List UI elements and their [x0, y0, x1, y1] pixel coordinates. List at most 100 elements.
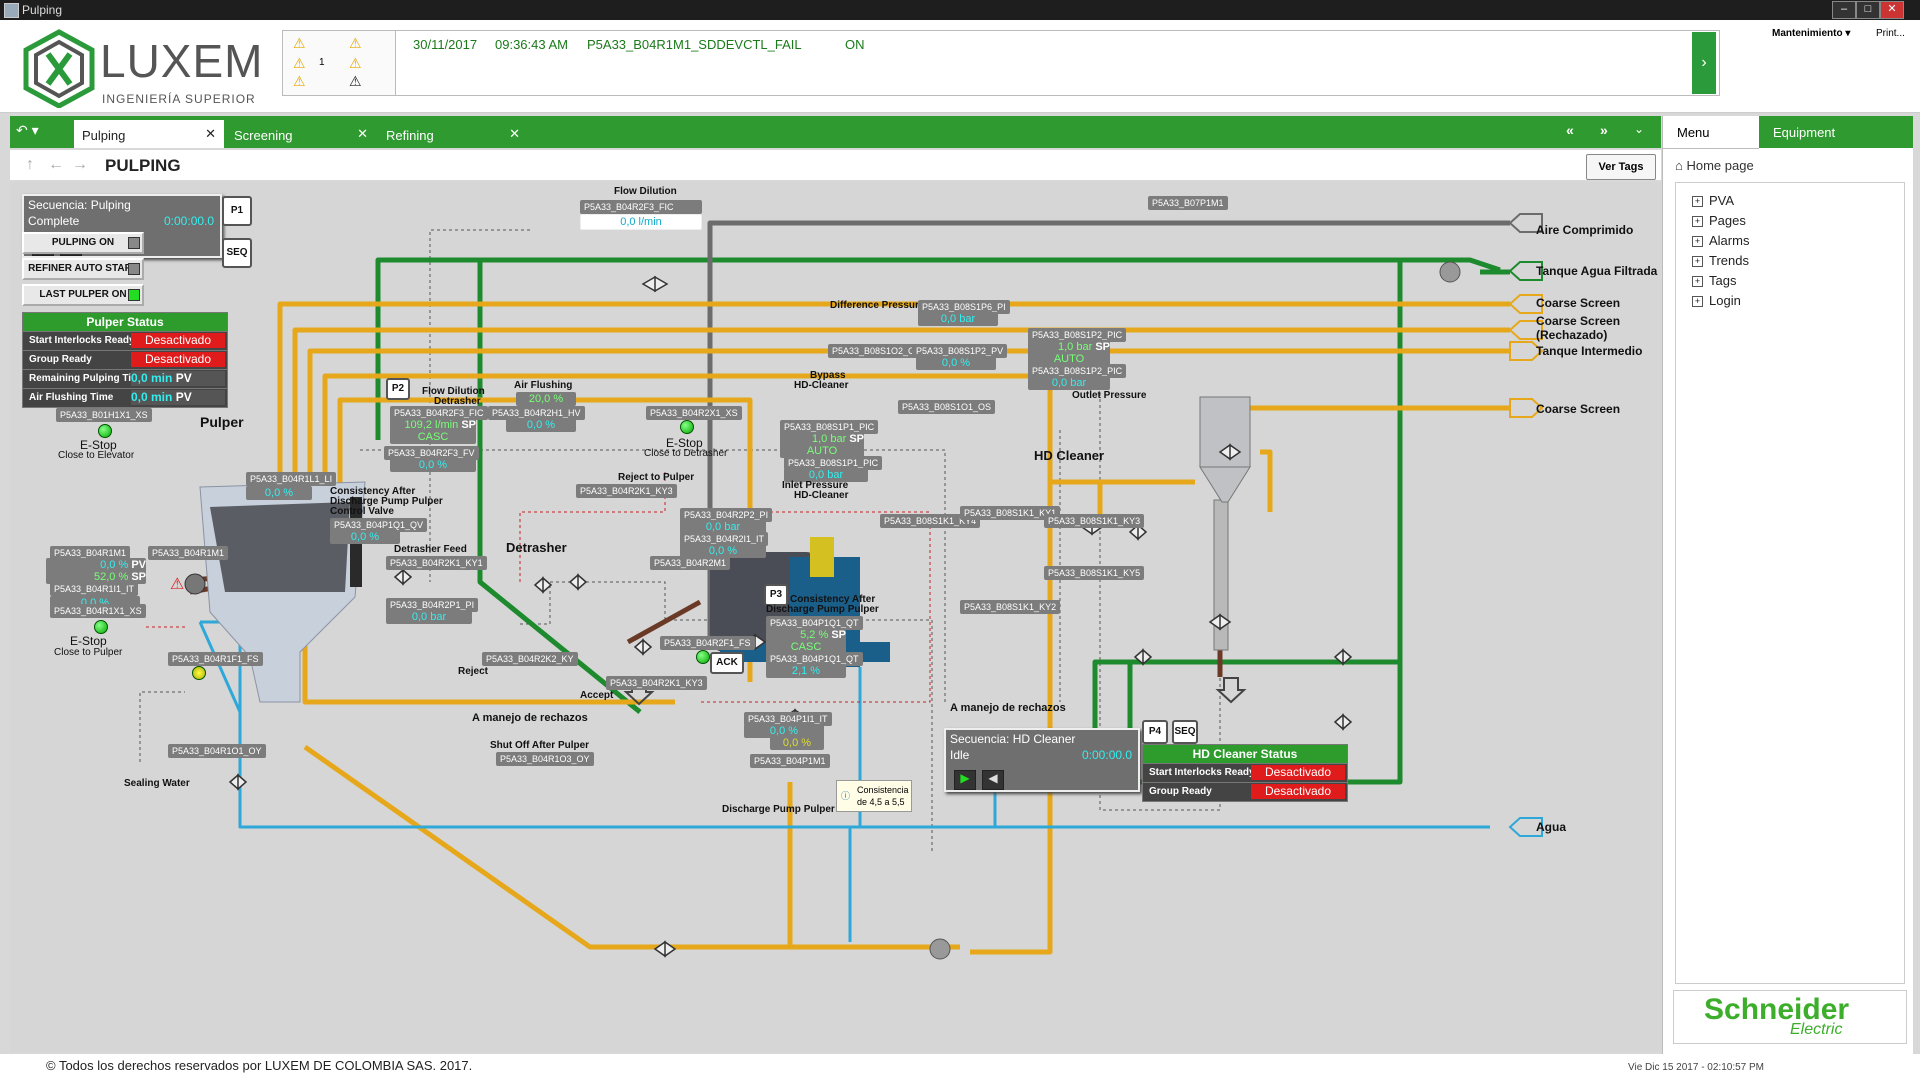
level-value[interactable]: 0,0 %	[246, 486, 312, 500]
pressure-valve-value[interactable]: 0,0 %	[916, 356, 996, 370]
p1-button[interactable]: P1	[222, 196, 252, 226]
pump-speed-value[interactable]: 0,0 %	[770, 736, 824, 750]
reset-button[interactable]: ◀	[982, 770, 1004, 790]
tag[interactable]: P5A33_B04R2K2_KY	[482, 652, 578, 666]
alarm-count: 1	[319, 57, 325, 68]
tab-list-icon[interactable]: ⌄	[1634, 122, 1644, 136]
tag[interactable]: P5A33_B04R1X1_XS	[50, 604, 146, 618]
seq-button[interactable]: SEQ	[1172, 720, 1198, 744]
close-window-button[interactable]: ✕	[1880, 1, 1904, 19]
alarm-time: 09:36:43 AM	[495, 37, 568, 52]
pulper-status-title: Pulper Status	[23, 313, 227, 331]
alarm-list-icon[interactable]: ⚠	[349, 73, 362, 90]
refiner-auto-start-button[interactable]: REFINER AUTO START	[22, 258, 144, 280]
p2-button[interactable]: P2	[386, 378, 410, 400]
ver-tags-button[interactable]: Ver Tags	[1586, 154, 1656, 180]
page-title: PULPING	[105, 156, 181, 175]
status-badge: Desactivado	[1251, 765, 1345, 780]
tag[interactable]: P5A33_B04R2K1_KY3	[606, 676, 707, 690]
close-icon[interactable]: ✕	[205, 126, 216, 142]
print-link[interactable]: Print...	[1876, 28, 1905, 39]
tree-item-alarms[interactable]: + Alarms	[1692, 233, 1749, 248]
p3-button[interactable]: P3	[764, 584, 788, 606]
sound-icon[interactable]: ⚠	[349, 35, 362, 52]
tag[interactable]: P5A33_B01H1X1_XS	[56, 408, 152, 422]
hd-cleaner-status-table: HD Cleaner Status Start Interlocks Ready…	[1142, 744, 1348, 802]
tag[interactable]: P5A33_B04R1L1_LI	[246, 472, 337, 486]
consistency-valve-value[interactable]: 0,0 %	[330, 530, 400, 544]
silence-icon[interactable]: ⚠	[349, 55, 362, 72]
tag[interactable]: P5A33_B04R1O1_OY	[168, 744, 266, 758]
tree-item-tags[interactable]: + Tags	[1692, 273, 1736, 288]
tag[interactable]: P5A33_B04R1F1_FS	[168, 652, 263, 666]
window-titlebar: Pulping – □ ✕	[0, 0, 1920, 20]
tab-pulping[interactable]: Pulping ✕	[74, 120, 224, 148]
consistency-value[interactable]: 2,1 %	[766, 664, 846, 678]
flow-valve-value[interactable]: 0,0 %	[390, 458, 476, 472]
back-menu-icon[interactable]: ↶ ▾	[16, 122, 56, 142]
tree-item-pages[interactable]: + Pages	[1692, 213, 1746, 228]
ack-button[interactable]: ACK	[710, 652, 744, 674]
close-icon[interactable]: ✕	[509, 126, 520, 142]
alarm-icon[interactable]: ⚠	[170, 574, 184, 594]
tag[interactable]: P5A33_B08S1K1_KY3	[1044, 514, 1145, 528]
alarm-tag[interactable]: P5A33_B04R1M1_SDDEVCTL_FAIL	[587, 37, 802, 52]
tree-item-login[interactable]: + Login	[1692, 293, 1741, 308]
tab-refining[interactable]: Refining ✕	[378, 120, 528, 148]
play-button[interactable]: ▶	[954, 770, 976, 790]
outlet-pressure-value[interactable]: 0,0 bar	[1028, 376, 1110, 390]
tree-item-trends[interactable]: + Trends	[1692, 253, 1749, 268]
tag[interactable]: P5A33_B04R1O3_OY	[496, 752, 594, 766]
tag[interactable]: P5A33_B07P1M1	[1148, 196, 1228, 210]
p4-button[interactable]: P4	[1142, 720, 1168, 744]
tab-equipment[interactable]: Equipment	[1759, 116, 1913, 148]
window-title: Pulping	[22, 3, 63, 17]
alarm-banner[interactable]: ⚠ ⚠ 1 ⚠ ⚠ ⚠ ⚠ 30/11/2017 09:36:43 AM P5A…	[282, 30, 1720, 96]
seq-button[interactable]: SEQ	[222, 238, 252, 268]
scroll-right-icon[interactable]: »	[1600, 122, 1608, 138]
status-row: Group Ready Desactivado	[1143, 782, 1347, 801]
tag[interactable]: P5A33_B04R2M1	[650, 556, 731, 570]
up-arrow-icon[interactable]: ↑	[26, 156, 34, 174]
consistency-label-3: Control Valve	[330, 506, 394, 517]
maximize-button[interactable]: □	[1856, 1, 1880, 19]
close-icon[interactable]: ✕	[357, 126, 368, 142]
warning-icon[interactable]: ⚠	[293, 55, 306, 72]
tag[interactable]: P5A33_B08S1K1_KY2	[960, 600, 1061, 614]
tab-screening[interactable]: Screening ✕	[226, 120, 376, 148]
air-flushing-value[interactable]: 20,0 %	[516, 392, 576, 406]
minimize-button[interactable]: –	[1832, 1, 1856, 19]
line-label-aire: Aire Comprimido	[1536, 223, 1634, 237]
tree-item-pva[interactable]: + PVA	[1692, 193, 1734, 208]
air-valve-value[interactable]: 0,0 %	[506, 418, 576, 432]
info-icon: ⓘ	[841, 791, 851, 801]
alarm-expand-button[interactable]: ›	[1692, 32, 1716, 94]
warning-clear-icon[interactable]: ⚠	[293, 73, 306, 90]
forward-arrow-icon[interactable]: →	[72, 156, 88, 174]
user-menu[interactable]: Mantenimiento ▾	[1772, 28, 1850, 39]
tag[interactable]: P5A33_B04R2F1_FS	[660, 636, 755, 650]
tag[interactable]: P5A33_B08S1K1_KY5	[1044, 566, 1145, 580]
tag[interactable]: P5A33_B04R1I1_IT	[50, 582, 139, 596]
home-link[interactable]: ⌂ Home page	[1675, 158, 1754, 173]
flow-dilution-mode[interactable]: CASC	[390, 430, 476, 444]
scroll-left-icon[interactable]: «	[1566, 122, 1574, 138]
warning-active-icon[interactable]: ⚠	[293, 35, 306, 52]
line-label-agua-filtrada: Tanque Agua Filtrada	[1536, 264, 1658, 278]
last-pulper-on-button[interactable]: LAST PULPER ON	[22, 284, 144, 306]
tag[interactable]: P5A33_B04R1M1	[148, 546, 229, 560]
flow-switch-indicator	[696, 650, 710, 664]
tag[interactable]: P5A33_B04R2K1_KY1	[386, 556, 487, 570]
tag[interactable]: P5A33_B08S1O1_OS	[898, 400, 996, 414]
tag[interactable]: P5A33_B04P1M1	[750, 754, 830, 768]
tab-menu[interactable]: Menu	[1663, 116, 1759, 149]
tag[interactable]: P5A33_B04R2X1_XS	[646, 406, 742, 420]
pulping-on-button[interactable]: PULPING ON	[22, 232, 144, 254]
tag[interactable]: P5A33_B08S1O2_OS	[828, 344, 926, 358]
back-arrow-icon[interactable]: ←	[48, 156, 64, 174]
difference-pressure-value[interactable]: 0,0 bar	[918, 312, 998, 326]
tag[interactable]: P5A33_B04R2K1_KY3	[576, 484, 677, 498]
tag[interactable]: P5A33_B04R2F3_FIC	[580, 200, 702, 214]
flow-dilution-value[interactable]: 0,0 l/min	[580, 214, 702, 230]
pressure-value[interactable]: 0,0 bar	[386, 610, 472, 624]
